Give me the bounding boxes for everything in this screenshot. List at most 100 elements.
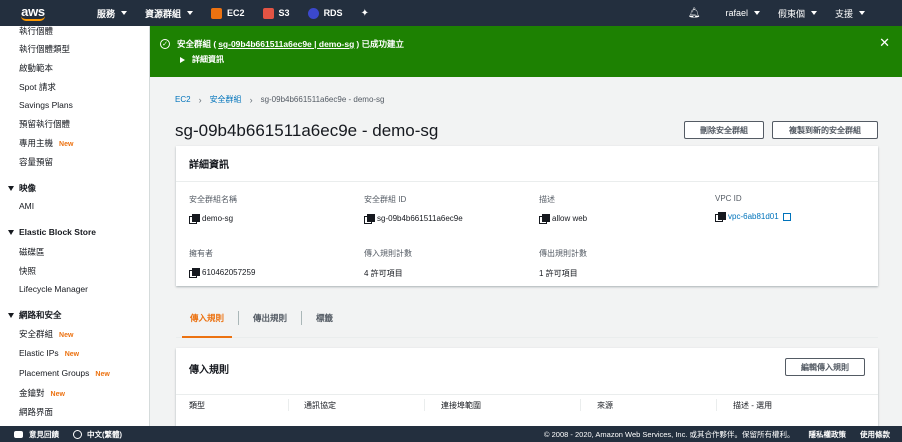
new-badge: New [59,141,74,148]
language-selector[interactable]: 中文(繁體) [87,429,122,440]
new-badge: New [59,332,74,339]
triangle-right-icon [180,56,185,63]
field-description: 描述 allow web [539,195,588,224]
copy-icon[interactable] [189,267,200,278]
breadcrumb-ec2[interactable]: EC2 [175,95,191,104]
sidebar-item-volumes[interactable]: 磁碟區 [19,246,45,258]
vpc-link[interactable]: vpc-6ab81d01 [728,212,779,221]
sidebar-item-savings-plans[interactable]: Savings Plans [19,100,73,110]
breadcrumb-security-groups[interactable]: 安全群組 [210,94,242,105]
privacy-link[interactable]: 隱私權政策 [809,429,847,440]
close-icon[interactable]: ✕ [879,36,890,49]
copy-icon[interactable] [189,213,200,224]
s3-icon [262,7,274,19]
column-divider [288,399,289,411]
sidebar-section-network[interactable]: 網路和安全 [8,309,62,321]
caret-down-icon [753,11,760,15]
sidebar-item-capacity-reservations[interactable]: 容量預留 [19,156,53,168]
tabs: 傳入規則 傳出規則 標籤 [176,298,878,338]
user-menu[interactable]: rafael [716,0,769,26]
copy-icon[interactable] [715,211,726,222]
sidebar-item-reserved-instances[interactable]: 預留執行個體 [19,118,70,130]
footer: 意見回饋 中文(繁體) © 2008 - 2020, Amazon Web Se… [0,426,902,442]
sidebar-item-lifecycle-manager[interactable]: Lifecycle Manager [19,284,88,294]
new-badge: New [95,371,110,378]
feedback-link[interactable]: 意見回饋 [29,429,59,440]
sidebar-item-security-groups[interactable]: 安全群組 New [19,328,73,340]
caret-down-icon [810,11,817,15]
copy-icon[interactable] [539,213,550,224]
tab-outbound-rules[interactable]: 傳出規則 [239,298,301,338]
sidebar-item-launch-templates[interactable]: 啟動範本 [19,62,53,74]
new-badge: New [64,351,80,358]
column-source[interactable]: 來源 [597,400,613,411]
sidebar-item-ami[interactable]: AMI [19,201,34,211]
edit-inbound-rules-button[interactable]: 編輯傳入規則 [785,358,865,376]
sidebar-item-spot-requests[interactable]: Spot 請求 [19,81,56,93]
ec2-icon [211,7,223,19]
column-divider [716,399,717,411]
chevron-right-icon: › [249,94,253,105]
copyright-text: © 2008 - 2020, Amazon Web Services, Inc.… [544,429,795,439]
services-menu[interactable]: 服務 [88,0,136,26]
inbound-rules-table-header: 類型 通訊協定 連接埠範圍 來源 描述 - 選用 [176,394,878,416]
field-owner: 擁有者 610462057259 [189,249,256,278]
sidebar-item-placement-groups[interactable]: Placement Groups New [19,368,110,378]
field-inbound-count: 傳入規則計數 4 許可項目 [364,249,412,278]
chevron-right-icon: › [198,94,202,105]
resource-groups-menu[interactable]: 資源群組 [136,0,202,26]
sidebar-item-snapshots[interactable]: 快照 [19,265,36,277]
success-flash: ✓ 安全群組 (sg-09b4b661511a6ec9e | demo-sg) … [150,26,902,77]
flash-details-toggle[interactable]: 詳細資訊 [180,54,224,65]
copy-to-new-security-group-button[interactable]: 複製到新的安全群組 [772,121,878,139]
details-header: 詳細資訊 [176,146,878,182]
flash-sg-link[interactable]: sg-09b4b661511a6ec9e | demo-sg [218,39,354,49]
field-outbound-count: 傳出規則計數 1 許可項目 [539,249,587,278]
aws-logo[interactable]: aws [0,0,66,26]
account-menu[interactable]: 假東個 [769,0,826,26]
support-menu[interactable]: 支援 [826,0,874,26]
triangle-down-icon [8,185,14,191]
caret-down-icon [121,11,128,15]
breadcrumb: EC2 › 安全群組 › sg-09b4b661511a6ec9e - demo… [175,94,385,105]
tab-inbound-rules[interactable]: 傳入規則 [176,298,238,338]
copy-icon[interactable] [364,213,375,224]
column-type[interactable]: 類型 [189,400,205,411]
tab-tags[interactable]: 標籤 [302,298,347,338]
sidebar-item-instances[interactable]: 執行個體 [19,26,53,37]
sidebar-item-instance-types[interactable]: 執行個體類型 [19,43,70,55]
column-protocol[interactable]: 通訊協定 [304,400,336,411]
triangle-down-icon [8,229,14,235]
terms-link[interactable]: 使用條款 [860,429,890,440]
column-divider [424,399,425,411]
pinned-s3[interactable]: S3 [254,0,299,26]
pin-icon[interactable]: ✦ [352,0,378,26]
column-description[interactable]: 描述 - 選用 [733,400,772,411]
new-badge: New [50,391,65,398]
chat-bubble-icon [14,430,23,438]
aws-smile-icon [21,16,45,21]
page-title: sg-09b4b661511a6ec9e - demo-sg [175,121,439,140]
globe-icon [73,429,82,439]
bell-icon[interactable]: 🔔︎ [688,8,701,19]
sidebar-item-key-pairs[interactable]: 金鑰對 New [19,387,65,399]
top-navigation: aws 服務 資源群組 EC2 S3 RDS ✦ 🔔︎ rafael 假東個 支… [0,0,902,26]
field-vpc-id: VPC ID vpc-6ab81d01 [715,194,791,222]
pinned-ec2[interactable]: EC2 [202,0,254,26]
sidebar-item-elastic-ips[interactable]: Elastic IPs New [19,348,79,358]
caret-down-icon [187,11,194,15]
check-circle-icon: ✓ [160,39,170,49]
rds-icon [307,7,319,19]
sidebar-section-images[interactable]: 映像 [8,182,36,194]
sidebar-item-dedicated-hosts[interactable]: 專用主機 New [19,137,73,149]
external-link-icon [782,212,791,221]
pinned-rds[interactable]: RDS [299,0,352,26]
delete-security-group-button[interactable]: 刪除安全群組 [684,121,764,139]
sidebar-section-ebs[interactable]: Elastic Block Store [8,227,96,237]
caret-down-icon [859,11,865,15]
triangle-down-icon [8,312,14,318]
column-port-range[interactable]: 連接埠範圍 [441,400,481,411]
field-sg-id: 安全群組 ID sg-09b4b661511a6ec9e [364,195,463,224]
field-sg-name: 安全群組名稱 demo-sg [189,195,237,224]
sidebar-item-network-interfaces[interactable]: 網路界面 [19,406,53,418]
